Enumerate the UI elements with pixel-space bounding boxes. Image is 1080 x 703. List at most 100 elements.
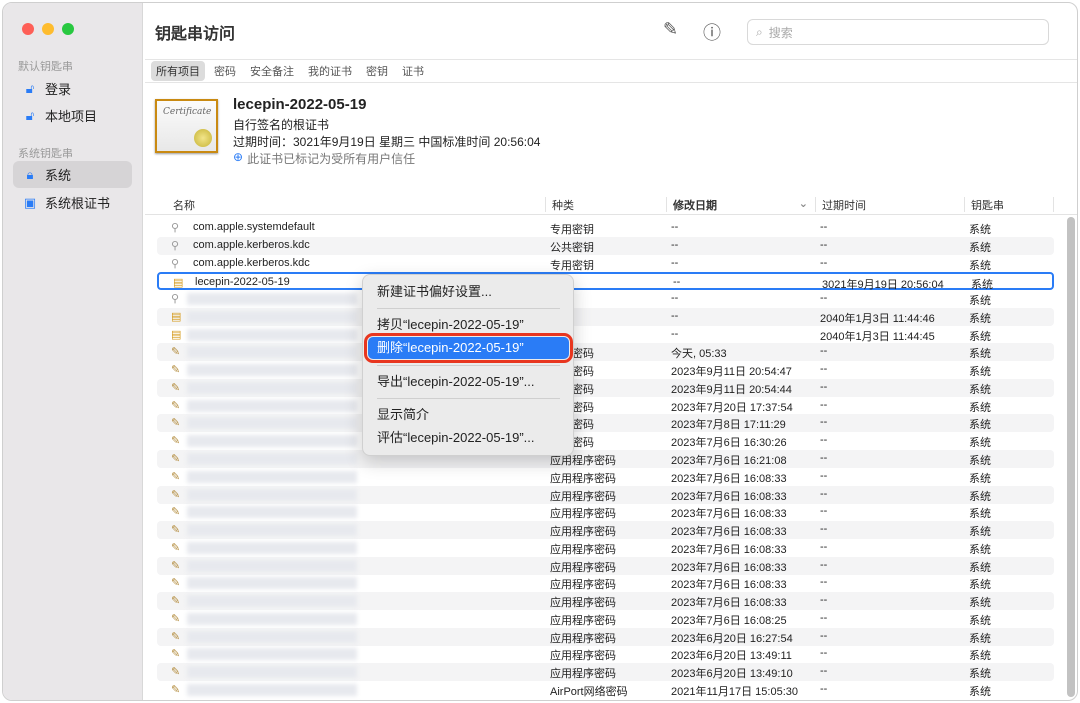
- table-row[interactable]: ✎ 应用程序密码 2023年7月6日 16:08:33 -- 系统: [157, 539, 1054, 557]
- pen-icon: ✎: [171, 595, 181, 608]
- table-row[interactable]: ✎ 应用程序密码 2023年7月6日 16:21:08 -- 系统: [157, 450, 1054, 468]
- table-row[interactable]: ⚲密钥----系统: [157, 290, 1054, 308]
- row-expires: --: [820, 523, 828, 536]
- sidebar-item-system[interactable]: 🔒︎ 系统: [13, 161, 132, 188]
- tab-secure-notes[interactable]: 安全备注: [245, 61, 299, 81]
- menu-get-info[interactable]: 显示简介: [368, 404, 569, 426]
- row-expires: --: [820, 292, 828, 305]
- row-modified: 2023年7月6日 16:21:08: [671, 455, 787, 467]
- table-row[interactable]: ✎程序密码2023年7月20日 17:37:54--系统: [157, 397, 1054, 415]
- tab-certificates[interactable]: 证书: [397, 61, 429, 81]
- row-modified: 2023年7月6日 16:08:33: [671, 490, 787, 503]
- tab-my-certificates[interactable]: 我的证书: [303, 61, 357, 81]
- search-input[interactable]: ⌕ 搜索: [747, 19, 1049, 45]
- row-keychain: 系统: [969, 526, 991, 539]
- pen-icon: ✎: [171, 559, 181, 572]
- table-row[interactable]: ⚲ com.apple.systemdefault 专用密钥 -- -- 系统: [157, 219, 1054, 237]
- pen-icon: ✎: [171, 435, 181, 448]
- menu-new-cert-preference[interactable]: 新建证书偏好设置...: [368, 281, 569, 303]
- redacted-name: [187, 488, 357, 501]
- table-row[interactable]: ✎ 应用程序密码 2023年7月6日 16:08:33 -- 系统: [157, 485, 1054, 504]
- table-row[interactable]: ✎ 应用程序密码 2023年7月6日 16:08:33 -- 系统: [157, 521, 1054, 540]
- row-expires: --: [820, 629, 828, 642]
- pen-icon: ✎: [171, 470, 181, 483]
- table-row[interactable]: ⚲ com.apple.kerberos.kdc 公共密钥 -- -- 系统: [157, 236, 1054, 255]
- table-row[interactable]: ✎ 应用程序密码 2023年7月6日 16:08:33 -- 系统: [157, 503, 1054, 521]
- table-row[interactable]: ⚲ com.apple.kerberos.kdc 专用密钥 -- -- 系统: [157, 255, 1054, 273]
- minimize-button[interactable]: [42, 23, 54, 35]
- menu-delete[interactable]: 删除“lecepin-2022-05-19”: [364, 333, 573, 363]
- sidebar-item-local[interactable]: 🔓︎ 本地项目: [13, 102, 132, 129]
- table-row[interactable]: ✎ 应用程序密码 2023年7月6日 16:08:33 -- 系统: [157, 556, 1054, 575]
- row-expires: --: [820, 665, 828, 678]
- table-row[interactable]: ✎ AirPort网络密码 2021年11月17日 15:05:30 -- 系统: [157, 681, 1054, 699]
- column-expires[interactable]: 过期时间: [815, 197, 866, 212]
- row-modified: 2023年7月6日 16:08:33: [671, 561, 787, 574]
- close-button[interactable]: [22, 23, 34, 35]
- column-modified[interactable]: 修改日期 ⌄: [666, 197, 814, 212]
- table-row[interactable]: ▤ lecepin-2022-05-19 -- 3021年9月19日 20:56:04…: [157, 272, 1054, 291]
- row-name: lecepin-2022-05-19: [195, 276, 290, 289]
- table-row[interactable]: ✎ 应用程序密码 2023年6月20日 13:49:11 -- 系统: [157, 645, 1054, 663]
- table-row[interactable]: ▤ -- 2040年1月3日 11:44:46 系统: [157, 307, 1054, 326]
- sidebar-item-login[interactable]: 🔓︎ 登录: [13, 75, 132, 102]
- info-icon[interactable]: ⓘ: [703, 19, 721, 45]
- row-expires: --: [820, 256, 828, 269]
- table-row[interactable]: ✎程序密码2023年9月11日 20:54:44--系统: [157, 378, 1054, 397]
- redacted-name: [187, 684, 357, 697]
- scrollbar[interactable]: [1067, 217, 1075, 697]
- chevron-down-icon: ⌄: [798, 198, 808, 210]
- row-keychain: 系统: [969, 330, 991, 343]
- sidebar-item-label: 系统: [45, 168, 72, 183]
- tab-keys[interactable]: 密钥: [361, 61, 393, 81]
- table-row[interactable]: ✎程序密码今天, 05:33--系统: [157, 343, 1054, 362]
- row-keychain: 系统: [969, 597, 991, 610]
- column-name[interactable]: 名称: [167, 197, 195, 212]
- table-row[interactable]: ✎程序密码2023年7月8日 17:11:29--系统: [157, 414, 1054, 433]
- row-modified: --: [673, 276, 681, 289]
- keychain-window: 默认钥匙串 🔓︎ 登录 🔓︎ 本地项目 系统钥匙串 🔒︎ 系统 ▣ 系统根证书 钥匙串访…: [2, 2, 1078, 701]
- table-row[interactable]: ✎ 应用程序密码 2023年6月20日 13:49:10 -- 系统: [157, 663, 1054, 682]
- row-keychain: 系统: [969, 295, 991, 308]
- row-modified: 2023年7月8日 17:11:29: [671, 419, 786, 432]
- redacted-name: [187, 328, 357, 341]
- zoom-button[interactable]: [62, 23, 74, 35]
- pen-icon: ✎: [171, 364, 181, 377]
- tab-passwords[interactable]: 密码: [209, 61, 241, 81]
- window-title: 钥匙串访问: [155, 26, 236, 43]
- redacted-name: [187, 399, 357, 412]
- column-kind[interactable]: 种类: [545, 197, 574, 212]
- table-row[interactable]: ✎ 应用程序密码 2023年7月6日 16:08:33 -- 系统: [157, 468, 1054, 486]
- redacted-name: [187, 310, 357, 323]
- column-keychain[interactable]: 钥匙串: [964, 197, 1054, 212]
- square-pen-icon[interactable]: ✎: [663, 19, 678, 40]
- menu-separator: [377, 365, 560, 366]
- row-expires: --: [820, 487, 828, 500]
- certificate-icon: Certificate: [155, 99, 218, 153]
- menu-export[interactable]: 导出“lecepin-2022-05-19”...: [368, 371, 569, 393]
- menu-copy[interactable]: 拷贝“lecepin-2022-05-19”: [368, 314, 569, 336]
- row-expires: --: [820, 398, 828, 411]
- table-row[interactable]: ✎程序密码2023年9月11日 20:54:47--系统: [157, 361, 1054, 379]
- table-row[interactable]: ✎程序密码2023年7月6日 16:30:26--系统: [157, 432, 1054, 450]
- sidebar-item-system-roots[interactable]: ▣ 系统根证书: [13, 189, 132, 216]
- redacted-name: [187, 470, 357, 483]
- table-row[interactable]: ▤ -- 2040年1月3日 11:44:45 系统: [157, 326, 1054, 344]
- row-keychain: 系统: [969, 508, 991, 521]
- tab-all-items[interactable]: 所有项目: [151, 61, 205, 81]
- redacted-name: [187, 435, 357, 448]
- table-row[interactable]: ✎ 应用程序密码 2023年7月6日 16:08:33 -- 系统: [157, 574, 1054, 592]
- row-expires: --: [820, 558, 828, 571]
- table-row[interactable]: ✎ 应用程序密码 2023年7月6日 16:08:25 -- 系统: [157, 610, 1054, 628]
- row-expires: --: [820, 434, 828, 447]
- pen-icon: ✎: [171, 612, 181, 625]
- row-kind: 应用程序密码: [550, 490, 616, 503]
- table-row[interactable]: ✎ 应用程序密码 2023年7月6日 16:08:33 -- 系统: [157, 592, 1054, 611]
- row-name: com.apple.kerberos.kdc: [193, 256, 310, 269]
- menu-separator: [377, 308, 560, 309]
- menu-evaluate[interactable]: 评估“lecepin-2022-05-19”...: [368, 427, 569, 449]
- table-row[interactable]: ✎ 应用程序密码 2023年6月20日 16:27:54 -- 系统: [157, 627, 1054, 646]
- row-expires: --: [820, 416, 828, 429]
- redacted-name: [187, 541, 357, 554]
- detail-trust: ⊕ 此证书已标记为受所有用户信任: [233, 150, 415, 167]
